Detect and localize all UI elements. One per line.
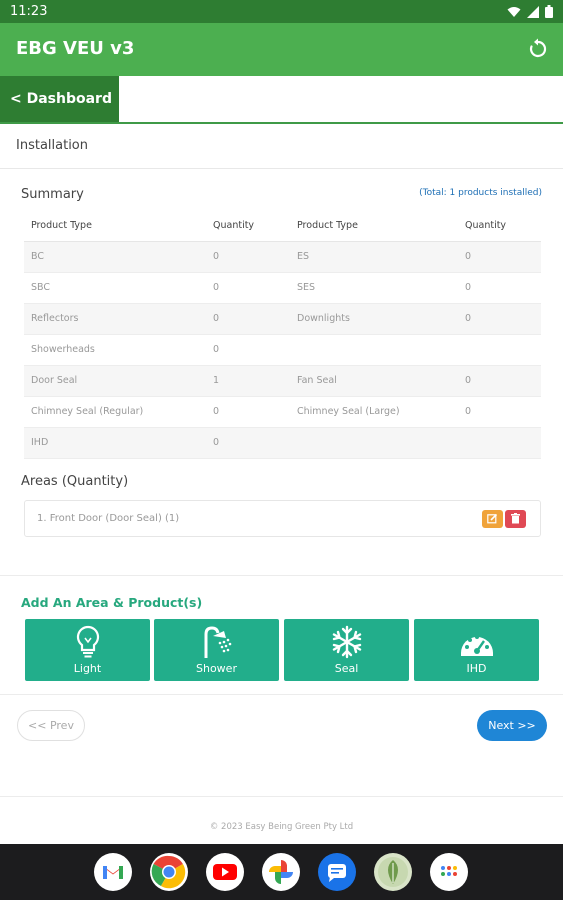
lightbulb-icon	[76, 625, 99, 658]
table-cell: 0	[458, 396, 541, 428]
header-divider	[0, 122, 563, 124]
app-title: EBG VEU v3	[16, 38, 135, 59]
table-cell: 0	[206, 396, 290, 428]
table-cell: SBC	[24, 272, 206, 304]
gmail-icon[interactable]	[94, 853, 132, 891]
table-row: Chimney Seal (Regular) 0 Chimney Seal (L…	[24, 396, 541, 428]
list-item: 1. Front Door (Door Seal) (1)	[24, 500, 541, 537]
add-area-heading: Add An Area & Product(s)	[21, 595, 203, 610]
wifi-icon	[507, 6, 521, 17]
table-cell: Showerheads	[24, 334, 206, 366]
table-cell: Fan Seal	[290, 365, 458, 397]
footer-copyright: © 2023 Easy Being Green Pty Ltd	[209, 822, 354, 832]
table-cell: 0	[458, 272, 541, 304]
column-header: Product Type	[290, 210, 458, 242]
app-dock	[0, 844, 563, 900]
app-drawer-icon[interactable]	[430, 853, 468, 891]
table-cell: Downlights	[290, 303, 458, 335]
column-header: Product Type	[24, 210, 206, 242]
table-cell: 0	[458, 303, 541, 335]
table-cell: 1	[206, 365, 290, 397]
table-row: IHD 0	[24, 427, 541, 459]
table-row: SBC 0 SES 0	[24, 272, 541, 304]
column-header: Quantity	[458, 210, 541, 242]
shower-tile-label: Shower	[196, 662, 237, 675]
table-cell: IHD	[24, 427, 206, 459]
table-cell: 0	[206, 334, 290, 366]
table-cell: Reflectors	[24, 303, 206, 335]
divider	[0, 694, 563, 695]
table-cell: 0	[458, 241, 541, 273]
area-item-text: 1. Front Door (Door Seal) (1)	[37, 513, 180, 524]
trash-icon	[511, 513, 520, 524]
leaf-app-icon[interactable]	[374, 853, 412, 891]
youtube-icon[interactable]	[206, 853, 244, 891]
divider	[0, 168, 563, 169]
column-header: Quantity	[206, 210, 290, 242]
next-button[interactable]: Next >>	[477, 710, 547, 741]
summary-table: Product Type Quantity Product Type Quant…	[24, 210, 541, 459]
edit-area-button[interactable]	[482, 510, 503, 528]
seal-tile-label: Seal	[334, 662, 359, 675]
app-bar: EBG VEU v3	[0, 23, 563, 76]
table-cell: 0	[206, 272, 290, 304]
seal-tile-button[interactable]: Seal	[284, 619, 409, 681]
light-tile-label: Light	[73, 662, 102, 675]
table-cell	[458, 427, 541, 459]
dashboard-back-button[interactable]: < Dashboard	[0, 76, 119, 122]
table-cell: ES	[290, 241, 458, 273]
table-row: BC 0 ES 0	[24, 241, 541, 273]
table-cell: 0	[206, 427, 290, 459]
ihd-tile-label: IHD	[466, 662, 487, 675]
divider	[0, 796, 563, 797]
status-icons	[507, 5, 553, 18]
messages-icon[interactable]	[318, 853, 356, 891]
table-row: Showerheads 0	[24, 334, 541, 366]
table-row: Door Seal 1 Fan Seal 0	[24, 365, 541, 397]
gauge-icon	[460, 635, 493, 656]
table-cell: 0	[206, 241, 290, 273]
summary-header-row: Product Type Quantity Product Type Quant…	[24, 210, 541, 242]
battery-icon	[545, 5, 553, 18]
refresh-icon[interactable]	[526, 37, 550, 61]
snowflake-icon	[332, 625, 361, 659]
photos-icon[interactable]	[262, 853, 300, 891]
table-cell: 0	[458, 365, 541, 397]
light-tile-button[interactable]: Light	[25, 619, 150, 681]
edit-icon	[487, 513, 498, 524]
chrome-icon[interactable]	[150, 853, 188, 891]
delete-area-button[interactable]	[505, 510, 526, 528]
table-cell	[458, 334, 541, 366]
status-bar: 11:23	[0, 0, 563, 23]
product-tiles: Light Shower Seal IHD	[25, 619, 539, 681]
table-cell: Chimney Seal (Large)	[290, 396, 458, 428]
table-row: Reflectors 0 Downlights 0	[24, 303, 541, 335]
table-cell	[290, 427, 458, 459]
shower-icon	[204, 626, 231, 658]
table-cell	[290, 334, 458, 366]
shower-tile-button[interactable]: Shower	[154, 619, 279, 681]
table-cell: BC	[24, 241, 206, 273]
total-installed-note: (Total: 1 products installed)	[419, 188, 542, 198]
prev-button[interactable]: << Prev	[17, 710, 85, 741]
ihd-tile-button[interactable]: IHD	[414, 619, 539, 681]
areas-heading: Areas (Quantity)	[21, 474, 129, 489]
page-title: Installation	[16, 138, 89, 153]
table-cell: 0	[206, 303, 290, 335]
status-time: 11:23	[10, 4, 48, 19]
summary-heading: Summary	[21, 187, 84, 202]
table-cell: Chimney Seal (Regular)	[24, 396, 206, 428]
signal-icon	[527, 5, 539, 18]
divider	[0, 575, 563, 576]
table-cell: Door Seal	[24, 365, 206, 397]
table-cell: SES	[290, 272, 458, 304]
